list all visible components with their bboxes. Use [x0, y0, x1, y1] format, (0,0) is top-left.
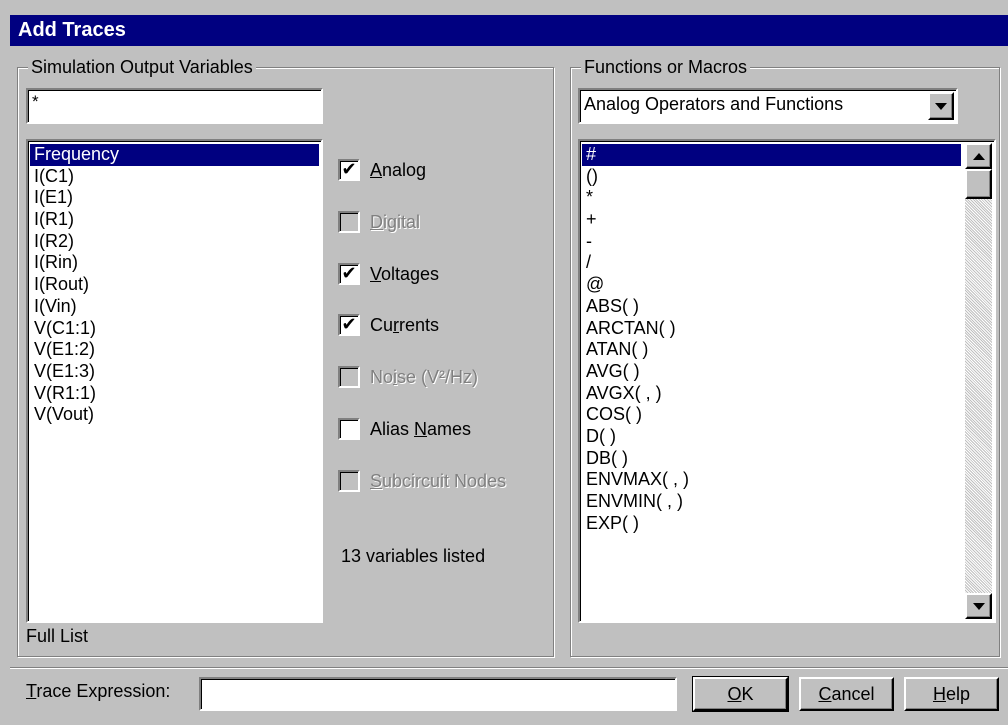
- dialog-title: Add Traces: [18, 19, 126, 41]
- function-list-item[interactable]: ATAN( ): [582, 339, 961, 361]
- ok-button[interactable]: OK: [692, 676, 789, 712]
- function-list-item[interactable]: COS( ): [582, 404, 961, 426]
- variable-list-item[interactable]: I(Rout): [30, 274, 319, 296]
- checkbox-box: [338, 470, 360, 492]
- variable-list-item[interactable]: V(E1:2): [30, 339, 319, 361]
- function-category-value: Analog Operators and Functions: [584, 94, 844, 114]
- checkmark-icon[interactable]: ✔: [338, 314, 360, 336]
- scroll-thumb[interactable]: [965, 169, 992, 199]
- checkbox-box: [338, 211, 360, 233]
- digital-label: Digital: [370, 211, 421, 232]
- function-list-item[interactable]: -: [582, 231, 961, 253]
- variables-listbox[interactable]: Frequency I(C1) I(E1) I(R1) I(R2) I(Rin) I(Rou…: [26, 139, 323, 623]
- variable-filter-value: *: [32, 92, 39, 111]
- variable-filter-input[interactable]: *: [26, 88, 323, 124]
- variable-list-item[interactable]: V(R1:1): [30, 383, 319, 405]
- arrow-up-icon: [972, 152, 985, 160]
- function-list-item[interactable]: ENVMIN( , ): [582, 491, 961, 513]
- function-list-item[interactable]: EXP( ): [582, 513, 961, 535]
- variable-list-item[interactable]: I(Vin): [30, 296, 319, 318]
- checkbox-box: [338, 366, 360, 388]
- noise-checkbox: Noise (V²/Hz): [338, 365, 478, 389]
- variable-list-item[interactable]: I(C1): [30, 166, 319, 188]
- group-title: Simulation Output Variables: [28, 56, 256, 78]
- variable-list-item[interactable]: V(Vout): [30, 404, 319, 426]
- function-list-item[interactable]: D( ): [582, 426, 961, 448]
- alias-names-label: Alias Names: [370, 418, 472, 439]
- analog-checkbox[interactable]: ✔ Analog: [338, 158, 426, 182]
- function-list-item[interactable]: ABS( ): [582, 296, 961, 318]
- trace-expression-input[interactable]: [199, 677, 677, 711]
- list-mode-label: Full List: [26, 626, 89, 646]
- trace-expression-label: Trace Expression:: [26, 681, 171, 701]
- variable-list-item[interactable]: I(R2): [30, 231, 319, 253]
- voltages-checkbox[interactable]: ✔ Voltages: [338, 262, 439, 286]
- function-list-item[interactable]: +: [582, 209, 961, 231]
- function-list-item[interactable]: *: [582, 187, 961, 209]
- noise-label: Noise (V²/Hz): [370, 366, 479, 387]
- variable-list-item[interactable]: I(R1): [30, 209, 319, 231]
- digital-checkbox: Digital: [338, 210, 420, 234]
- bottom-separator: [10, 667, 1008, 669]
- variable-list-item[interactable]: V(C1:1): [30, 318, 319, 340]
- function-list-item[interactable]: ENVMAX( , ): [582, 469, 961, 491]
- cancel-button[interactable]: Cancel: [799, 677, 894, 711]
- function-list-item[interactable]: DB( ): [582, 448, 961, 470]
- function-list-item[interactable]: (): [582, 166, 961, 188]
- variable-list-item[interactable]: I(E1): [30, 187, 319, 209]
- currents-checkbox[interactable]: ✔ Currents: [338, 313, 439, 337]
- function-list-item[interactable]: #: [582, 144, 961, 166]
- chevron-down-icon: [935, 102, 947, 110]
- analog-label: Analog: [370, 159, 427, 180]
- function-list-item[interactable]: /: [582, 252, 961, 274]
- subcircuit-nodes-label: Subcircuit Nodes: [370, 470, 507, 491]
- variable-count-label: 13 variables listed: [341, 546, 486, 566]
- functions-listbox-container: #() * + - / @ ABS( ) ARCTAN( ) ATAN( ) AVG( ) AVGX…: [578, 139, 996, 623]
- currents-label: Currents: [370, 314, 440, 335]
- checkmark-icon[interactable]: ✔: [338, 263, 360, 285]
- functions-listbox[interactable]: #() * + - / @ ABS( ) ARCTAN( ) ATAN( ) AVG( ) AVGX…: [580, 141, 963, 621]
- variable-list-item[interactable]: Frequency: [30, 144, 319, 166]
- function-list-item[interactable]: @: [582, 274, 961, 296]
- function-list-item[interactable]: ARCTAN( ): [582, 318, 961, 340]
- scroll-down-button[interactable]: [965, 593, 992, 619]
- function-list-item[interactable]: AVGX( , ): [582, 383, 961, 405]
- alias-names-checkbox[interactable]: Alias Names: [338, 417, 471, 441]
- checkmark-icon[interactable]: ✔: [338, 159, 360, 181]
- functions-scrollbar[interactable]: [965, 143, 992, 619]
- subcircuit-nodes-checkbox: Subcircuit Nodes: [338, 469, 506, 493]
- checkbox-box[interactable]: [338, 418, 360, 440]
- variable-list-item[interactable]: I(Rin): [30, 252, 319, 274]
- scroll-up-button[interactable]: [965, 143, 992, 169]
- dialog-titlebar[interactable]: Add Traces: [10, 15, 1008, 46]
- voltages-label: Voltages: [370, 263, 440, 284]
- dropdown-arrow-button[interactable]: [928, 92, 954, 120]
- function-category-dropdown[interactable]: Analog Operators and Functions: [578, 88, 958, 124]
- arrow-down-icon: [972, 602, 985, 610]
- help-button[interactable]: Help: [904, 677, 999, 711]
- variable-list-item[interactable]: V(E1:3): [30, 361, 319, 383]
- function-list-item[interactable]: AVG( ): [582, 361, 961, 383]
- group-title: Functions or Macros: [581, 56, 751, 78]
